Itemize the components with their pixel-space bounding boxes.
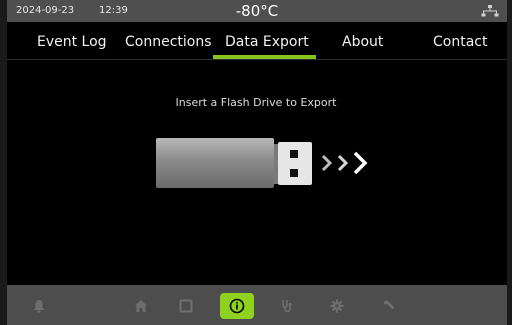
tab-connections[interactable]: Connections — [125, 34, 212, 50]
network-icon — [481, 5, 499, 17]
device-screen: 2024-09-23 12:39 -80°C Event Log Connect… — [0, 0, 512, 325]
left-border — [0, 0, 7, 325]
square-icon — [179, 299, 193, 313]
stethoscope-icon — [282, 300, 292, 313]
home-icon — [135, 300, 147, 312]
tab-about[interactable]: About — [342, 34, 383, 50]
usb-connector-slot — [290, 150, 298, 158]
active-tab-indicator — [213, 55, 316, 59]
usb-connector-slot — [290, 169, 298, 177]
square-button[interactable] — [169, 293, 203, 319]
temperature-readout: -80°C — [235, 2, 279, 20]
tab-divider — [7, 59, 507, 60]
gear-icon — [330, 299, 344, 313]
bottom-nav — [7, 285, 507, 325]
tab-data-export[interactable]: Data Export — [225, 34, 309, 50]
bell-icon — [33, 300, 45, 313]
info-button[interactable] — [220, 293, 254, 319]
tab-event-log[interactable]: Event Log — [37, 34, 107, 50]
settings-button[interactable] — [320, 293, 354, 319]
home-button[interactable] — [124, 293, 158, 319]
usb-drive-body — [156, 138, 274, 188]
wrench-icon — [383, 300, 395, 310]
service-button[interactable] — [270, 293, 304, 319]
tools-button[interactable] — [372, 293, 406, 319]
alarm-button[interactable] — [22, 293, 56, 319]
status-bar: 2024-09-23 12:39 -80°C — [7, 0, 507, 22]
usb-connector — [278, 142, 312, 185]
info-icon — [229, 298, 245, 314]
tab-contact[interactable]: Contact — [433, 34, 487, 50]
right-border — [507, 0, 512, 325]
export-instruction: Insert a Flash Drive to Export — [175, 96, 337, 109]
chevron-right-icon — [321, 151, 368, 175]
